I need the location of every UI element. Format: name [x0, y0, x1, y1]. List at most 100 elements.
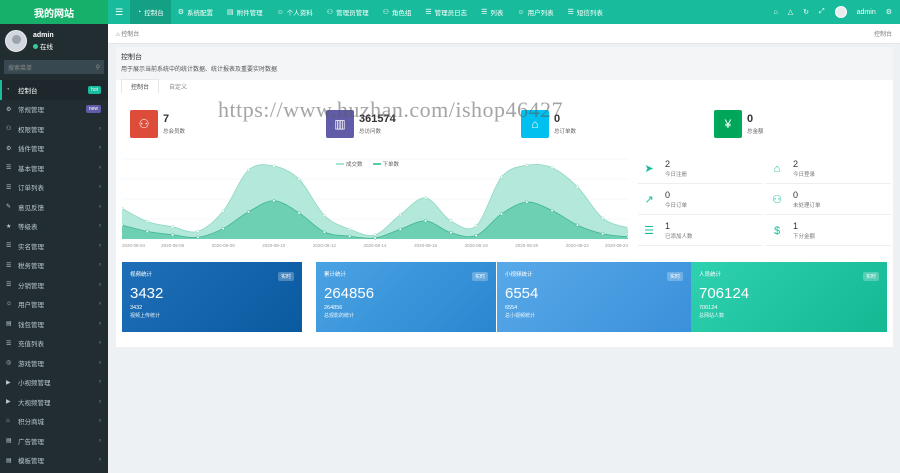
- data-point[interactable]: [373, 236, 377, 240]
- data-point[interactable]: [145, 220, 149, 224]
- menu-icon: ✎: [6, 204, 12, 211]
- refresh-icon[interactable]: ↻: [803, 8, 809, 16]
- data-point[interactable]: [601, 216, 605, 220]
- data-point[interactable]: [626, 235, 628, 239]
- sidebar-item[interactable]: ☰ 实名管理 ‹: [0, 236, 108, 256]
- data-point[interactable]: [196, 235, 200, 239]
- data-point[interactable]: [525, 200, 529, 204]
- data-point[interactable]: [499, 175, 504, 179]
- search-icon[interactable]: ⚲: [96, 64, 100, 71]
- data-point[interactable]: [221, 227, 225, 231]
- sidebar-item[interactable]: ▤ 广告管理 ‹: [0, 431, 108, 451]
- data-point[interactable]: [449, 219, 453, 223]
- data-point[interactable]: [601, 232, 605, 236]
- sidebar-item[interactable]: ☰ 充值列表 ‹: [0, 334, 108, 354]
- data-point[interactable]: [196, 229, 200, 233]
- sidebar-item[interactable]: ⌂ 积分商城 ‹: [0, 412, 108, 432]
- topnav-item[interactable]: ☰ 列表: [474, 0, 510, 24]
- users-icon: ⚇: [772, 194, 782, 206]
- sidebar-item[interactable]: ⚇ 权限管理 ‹: [0, 119, 108, 139]
- settings-icon[interactable]: ⚙: [886, 8, 892, 16]
- data-point[interactable]: [575, 223, 579, 227]
- breadcrumb-current[interactable]: 控制台: [121, 32, 139, 38]
- topnav-item[interactable]: ☰ 管理员日志: [418, 0, 474, 24]
- stat-value: 7: [163, 113, 170, 125]
- sidebar-item[interactable]: ◔ 控制台 hot: [0, 80, 108, 100]
- data-point[interactable]: [474, 233, 478, 238]
- sidebar-item[interactable]: ▶ 小视频管理 ‹: [0, 373, 108, 393]
- sidebar-toggle-icon[interactable]: ☰: [108, 7, 130, 18]
- topnav-item[interactable]: ☺ 用户列表: [510, 0, 560, 24]
- breadcrumb-right[interactable]: 控制台: [874, 29, 892, 38]
- chevron-left-icon: ‹: [99, 242, 101, 249]
- site-logo[interactable]: 我的网站: [0, 0, 108, 24]
- data-point[interactable]: [474, 224, 478, 228]
- data-point[interactable]: [171, 233, 175, 237]
- sidebar-item[interactable]: ▤ 模板管理 ‹: [0, 451, 108, 471]
- data-point[interactable]: [145, 229, 149, 233]
- sidebar-item[interactable]: ☺ 用户管理 ‹: [0, 295, 108, 315]
- data-point[interactable]: [373, 233, 377, 237]
- trash-icon[interactable]: △: [788, 8, 793, 16]
- data-point[interactable]: [221, 209, 225, 213]
- topnav-item[interactable]: ⚇ 角色组: [376, 0, 419, 24]
- data-point[interactable]: [322, 213, 326, 217]
- breadcrumb-home[interactable]: ⌂ 控制台: [116, 29, 139, 38]
- data-point[interactable]: [550, 208, 554, 213]
- top-username[interactable]: admin: [857, 9, 876, 16]
- tab-dashboard[interactable]: 控制台: [121, 79, 160, 94]
- topnav-item[interactable]: ☰ 短信列表: [561, 0, 610, 24]
- data-point[interactable]: [449, 231, 453, 235]
- sidebar-item[interactable]: ◎ 游戏管理 ‹: [0, 353, 108, 373]
- data-point[interactable]: [626, 226, 628, 230]
- topnav-item[interactable]: ⚇ 管理员管理: [320, 0, 376, 24]
- data-point[interactable]: [322, 230, 326, 234]
- sidebar-item[interactable]: ▶ 大视频管理 ‹: [0, 392, 108, 412]
- data-point[interactable]: [550, 166, 554, 170]
- data-point[interactable]: [171, 225, 175, 229]
- data-point[interactable]: [246, 168, 251, 172]
- data-point[interactable]: [525, 163, 529, 167]
- tab-custom[interactable]: 自定义: [159, 79, 197, 94]
- sidebar-item[interactable]: ☰ 税务管理 ‹: [0, 256, 108, 276]
- data-point[interactable]: [122, 206, 124, 210]
- data-point[interactable]: [246, 210, 251, 214]
- menu-icon: ☰: [6, 184, 12, 191]
- dashboard-icon: ◔: [137, 8, 142, 16]
- data-point[interactable]: [297, 211, 301, 215]
- sidebar-item[interactable]: ★ 等级表 ‹: [0, 217, 108, 237]
- summary-cards: 视频统计 实时 3432 3432 视频上传统计 累计统计 实时 264856 264856 总观…: [122, 262, 887, 332]
- sidebar-item[interactable]: ☰ 基本管理 ‹: [0, 158, 108, 178]
- avatar[interactable]: [834, 6, 847, 18]
- data-point[interactable]: [272, 164, 276, 168]
- data-point[interactable]: [122, 223, 124, 227]
- data-point[interactable]: [348, 227, 352, 231]
- home-icon[interactable]: ⌂: [774, 9, 778, 16]
- data-point[interactable]: [398, 213, 402, 217]
- data-point[interactable]: [499, 212, 504, 216]
- data-point[interactable]: [272, 199, 276, 203]
- data-point[interactable]: [297, 177, 301, 181]
- topnav-item[interactable]: ☺ 个人资料: [270, 0, 320, 24]
- sidebar-item[interactable]: ☰ 分销管理 ‹: [0, 275, 108, 295]
- sidebar-item[interactable]: ⚙ 插件管理 ‹: [0, 139, 108, 159]
- topnav-item[interactable]: ⚙ 系统配置: [171, 0, 220, 24]
- fullscreen-icon[interactable]: ⤢: [819, 8, 825, 16]
- stat-label: 总订单数: [554, 129, 577, 135]
- sidebar-item[interactable]: ☰ 订单列表 ‹: [0, 178, 108, 198]
- menu-icon: ⌂: [6, 418, 10, 425]
- topnav-item[interactable]: ▤ 附件管理: [220, 0, 270, 24]
- sidebar-search-input[interactable]: 搜索菜单: [8, 63, 32, 72]
- topnav-item[interactable]: ◔ 控制台: [130, 0, 171, 24]
- sidebar-item[interactable]: ⚙ 常规管理 new: [0, 100, 108, 120]
- data-point[interactable]: [575, 185, 579, 189]
- data-point[interactable]: [398, 227, 402, 231]
- sidebar-item[interactable]: ✎ 意见反馈 ‹: [0, 197, 108, 217]
- sidebar-search[interactable]: 搜索菜单 ⚲: [4, 60, 104, 74]
- x-tick-label: 2020-08-06: [161, 243, 185, 248]
- data-point[interactable]: [348, 234, 352, 238]
- sidebar-item[interactable]: ▤ 钱包管理 ‹: [0, 314, 108, 334]
- mini-stat: ➤ 2 今日注册: [638, 154, 763, 184]
- data-point[interactable]: [424, 196, 428, 200]
- data-point[interactable]: [424, 219, 428, 223]
